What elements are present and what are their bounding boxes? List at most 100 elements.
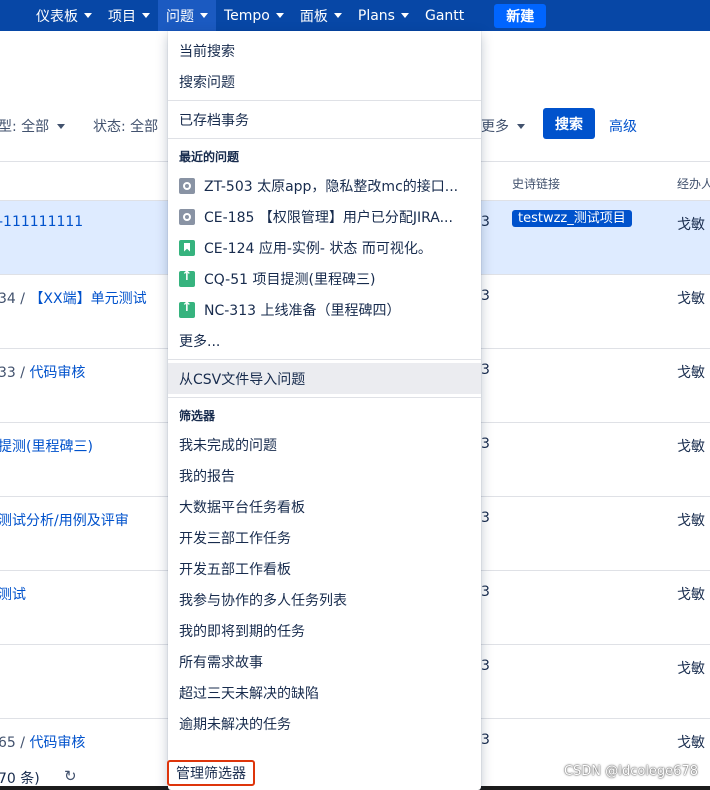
- issue-summary-link[interactable]: 测试: [0, 584, 26, 604]
- filters-heading: 筛选器: [179, 408, 216, 423]
- chevron-down-icon: [517, 123, 525, 129]
- recent-issue-item[interactable]: ZT-503 太原app，隐私整改mc的接口...: [168, 170, 481, 201]
- filter-item[interactable]: 超过三天未解决的缺陷: [168, 677, 481, 708]
- recent-issue-item[interactable]: CE-124 应用-实例- 状态 而可视化。: [168, 232, 481, 263]
- column-epic-link[interactable]: 史诗链接: [512, 175, 560, 192]
- issue-status: 3: [481, 288, 490, 304]
- nav-boards[interactable]: 面板: [292, 0, 350, 31]
- filter-item[interactable]: 开发三部工作任务: [168, 522, 481, 553]
- create-button[interactable]: 新建: [494, 3, 547, 28]
- refresh-icon[interactable]: ↻: [64, 767, 77, 785]
- nav-label: 仪表板: [36, 8, 78, 25]
- recent-issues-heading: 最近的问题: [179, 149, 240, 164]
- recent-issue-item[interactable]: CE-185 【权限管理】用户已分配JIRA...: [168, 201, 481, 232]
- nav-label: Gantt: [424, 7, 465, 24]
- filter-item[interactable]: 我参与协作的多人任务列表: [168, 584, 481, 615]
- issue-assignee: 戈敏: [677, 513, 705, 529]
- column-assignee[interactable]: 经办人: [677, 175, 710, 192]
- result-count: 70 条): [0, 771, 40, 787]
- issue-assignee: 戈敏: [677, 365, 705, 381]
- filter-item[interactable]: 我的报告: [168, 460, 481, 491]
- watermark: CSDN @Idcolege678: [563, 764, 698, 779]
- issue-assignee: 戈敏: [677, 291, 705, 307]
- recent-issue-label: ZT-503 太原app，隐私整改mc的接口...: [204, 178, 459, 195]
- chevron-down-icon: [200, 13, 208, 18]
- nav-label: Plans: [357, 7, 395, 24]
- issue-assignee: 戈敏: [677, 661, 705, 677]
- more-filter-label: 更多: [481, 119, 509, 135]
- recent-issue-label: CQ-51 项目提测(里程碑三): [204, 271, 376, 288]
- nav-projects[interactable]: 项目: [100, 0, 158, 31]
- issue-summary: 【XX端】单元测试: [29, 291, 147, 307]
- improvement-icon: [179, 300, 195, 318]
- issue-summary-link[interactable]: 测试分析/用例及评审: [0, 510, 129, 530]
- nav-label: 问题: [166, 8, 194, 25]
- issue-assignee: 戈敏: [677, 439, 705, 455]
- search-button[interactable]: 搜索: [543, 108, 595, 139]
- advanced-search-link[interactable]: 高级: [609, 116, 637, 136]
- recent-issue-item[interactable]: NC-313 上线准备（里程碑四）: [168, 294, 481, 325]
- nav-gantt[interactable]: Gantt: [417, 0, 472, 31]
- issue-summary-link[interactable]: 34 / 【XX端】单元测试: [0, 288, 147, 308]
- nav-label: 面板: [299, 8, 328, 25]
- menu-divider: [168, 138, 481, 139]
- issue-summary-link[interactable]: 65 / 代码审核: [0, 732, 85, 752]
- recent-issue-label: NC-313 上线准备（里程碑四）: [204, 302, 401, 319]
- story-icon: [179, 239, 195, 256]
- issue-summary: 代码审核: [29, 365, 86, 381]
- filter-item[interactable]: 大数据平台任务看板: [168, 491, 481, 522]
- chevron-down-icon: [57, 123, 66, 129]
- filter-item[interactable]: 开发五部工作看板: [168, 553, 481, 584]
- menu-divider: [168, 397, 481, 398]
- issue-status: 3: [481, 362, 490, 378]
- more-filter[interactable]: 更多: [481, 116, 525, 136]
- issue-summary-link[interactable]: -111111111: [0, 214, 83, 230]
- chevron-down-icon: [84, 13, 92, 18]
- issues-dropdown-menu: 当前搜索 搜索问题 已存档事务 最近的问题 ZT-503 太原app，隐私整改m…: [168, 31, 481, 790]
- status-filter[interactable]: 状态: 全部: [93, 116, 158, 136]
- task-icon: [179, 208, 195, 225]
- menu-current-search[interactable]: 当前搜索: [168, 35, 481, 66]
- issue-summary-link[interactable]: 提测(里程碑三): [0, 436, 93, 456]
- type-filter-label: 型: 全部: [0, 119, 50, 135]
- filter-item[interactable]: 我的即将到期的任务: [168, 615, 481, 646]
- menu-archived-issues[interactable]: 已存档事务: [168, 104, 481, 135]
- issue-summary: -111111111: [0, 214, 84, 230]
- issue-summary: 测试: [0, 587, 26, 603]
- chevron-down-icon: [400, 13, 409, 18]
- issue-status: 3: [481, 510, 490, 526]
- nav-label: 项目: [108, 8, 136, 25]
- issue-status: 3: [481, 214, 490, 230]
- issue-summary: 提测(里程碑三): [0, 439, 93, 455]
- issue-key-suffix: 33 /: [0, 365, 30, 381]
- issue-assignee: 戈敏: [677, 735, 705, 751]
- menu-manage-filters[interactable]: 管理筛选器: [167, 760, 255, 786]
- nav-plans[interactable]: Plans: [350, 0, 417, 31]
- nav-dashboards[interactable]: 仪表板: [28, 0, 100, 31]
- nav-issues[interactable]: 问题: [158, 0, 216, 31]
- recent-issue-item[interactable]: CQ-51 项目提测(里程碑三): [168, 263, 481, 294]
- issue-summary-link[interactable]: 33 / 代码审核: [0, 362, 85, 382]
- issue-status: 3: [481, 732, 490, 748]
- nav-label: Tempo: [224, 7, 270, 24]
- type-filter[interactable]: 型: 全部: [0, 116, 66, 136]
- top-navigation: 仪表板 项目 问题 Tempo 面板 Plans Gantt 新建: [0, 0, 710, 31]
- epic-label: testwzz_测试项目: [512, 210, 632, 227]
- chevron-down-icon: [333, 13, 342, 18]
- filter-item[interactable]: 所有需求故事: [168, 646, 481, 677]
- menu-import-csv[interactable]: 从CSV文件导入问题: [168, 363, 481, 394]
- epic-link-badge[interactable]: testwzz_测试项目: [512, 207, 632, 227]
- chevron-down-icon: [275, 13, 284, 18]
- nav-tempo[interactable]: Tempo: [216, 0, 292, 31]
- issue-assignee: 戈敏: [677, 587, 705, 603]
- improvement-icon: [179, 269, 195, 287]
- menu-divider: [168, 100, 481, 101]
- recent-issue-label: CE-185 【权限管理】用户已分配JIRA...: [204, 209, 453, 226]
- filter-item[interactable]: 我未完成的问题: [168, 429, 481, 460]
- menu-more-recent[interactable]: 更多...: [168, 325, 481, 356]
- issue-status: 3: [481, 436, 490, 452]
- filter-item[interactable]: 逾期未解决的任务: [168, 708, 481, 739]
- issue-summary: 代码审核: [29, 735, 86, 751]
- menu-search-issues[interactable]: 搜索问题: [168, 66, 481, 97]
- issue-status: 3: [481, 658, 490, 674]
